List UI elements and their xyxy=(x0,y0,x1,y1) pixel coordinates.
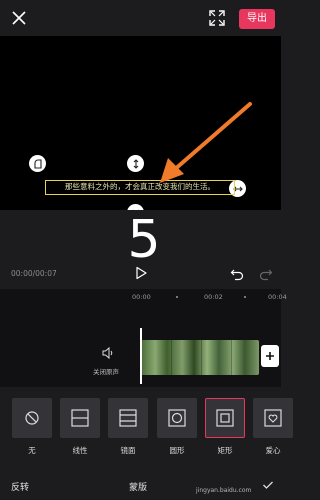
ruler-dot xyxy=(244,296,246,298)
mask-tile[interactable] xyxy=(108,398,148,438)
top-bar: 导出 xyxy=(0,0,281,36)
plus-icon xyxy=(266,352,274,360)
invert-button[interactable]: 反转 xyxy=(11,480,29,493)
fullscreen-icon[interactable] xyxy=(209,10,225,26)
ruler-tick-label: 00:02 xyxy=(204,293,223,301)
mask-option-label: 爱心 xyxy=(265,446,281,455)
mask-option-linear[interactable]: 线性 xyxy=(60,398,100,456)
vertical-resize-icon xyxy=(133,158,138,169)
mask-option-rectangle[interactable]: 矩形 xyxy=(205,398,245,456)
annotation-arrow xyxy=(160,102,252,183)
mask-option-label: 圆形 xyxy=(169,446,185,455)
mask-option-circle[interactable]: 圆形 xyxy=(157,398,197,456)
mask-option-heart[interactable]: 爱心 xyxy=(253,398,293,456)
rotate-handle[interactable] xyxy=(29,155,46,172)
circle-mask-icon xyxy=(168,409,186,427)
checkmark-icon[interactable] xyxy=(262,479,274,491)
ruler-tick-label: 00:04 xyxy=(268,293,287,301)
mask-option-mirror[interactable]: 镜面 xyxy=(108,398,148,456)
close-icon[interactable] xyxy=(10,9,28,27)
redo-icon[interactable] xyxy=(259,267,273,281)
mask-option-label: 无 xyxy=(28,446,36,455)
play-icon[interactable] xyxy=(134,266,148,280)
ruler-tick-label: 00:00 xyxy=(132,293,151,301)
clip-frame-divider xyxy=(201,340,202,375)
mask-option-none[interactable]: 无 xyxy=(12,398,52,456)
clip-frame-divider xyxy=(231,340,232,375)
export-button[interactable]: 导出 xyxy=(239,9,275,29)
mask-tile[interactable] xyxy=(12,398,52,438)
mask-tile[interactable] xyxy=(60,398,100,438)
mask-option-label: 矩形 xyxy=(217,446,233,455)
video-clip[interactable] xyxy=(141,340,259,375)
overlay-number: 5 xyxy=(127,210,161,270)
time-readout: 00:00/00:07 xyxy=(11,269,57,278)
clip-frame-divider xyxy=(171,340,172,375)
mask-tile[interactable] xyxy=(157,398,197,438)
linear-mask-icon xyxy=(71,409,89,427)
mirror-mask-icon xyxy=(119,409,137,427)
ruler-dot xyxy=(176,296,178,298)
watermark: jingyan.baidu.com xyxy=(196,487,252,494)
vertical-resize-handle[interactable] xyxy=(127,155,144,172)
none-icon xyxy=(25,411,39,425)
mask-tile-selected[interactable] xyxy=(205,398,245,438)
heart-mask-icon xyxy=(264,409,282,427)
mask-option-label: 镜面 xyxy=(120,446,136,455)
undo-icon[interactable] xyxy=(230,267,244,281)
mask-tile[interactable] xyxy=(253,398,293,438)
add-clip-button[interactable] xyxy=(261,345,279,367)
playhead[interactable] xyxy=(140,328,142,384)
rectangle-mask-icon xyxy=(216,409,234,427)
panel-title: 蒙版 xyxy=(129,483,148,493)
mask-option-label: 线性 xyxy=(72,446,88,455)
mute-original-audio-label[interactable]: 关闭原声 xyxy=(93,366,119,376)
rotate-corner-icon xyxy=(33,158,42,169)
speaker-icon[interactable] xyxy=(101,346,115,360)
